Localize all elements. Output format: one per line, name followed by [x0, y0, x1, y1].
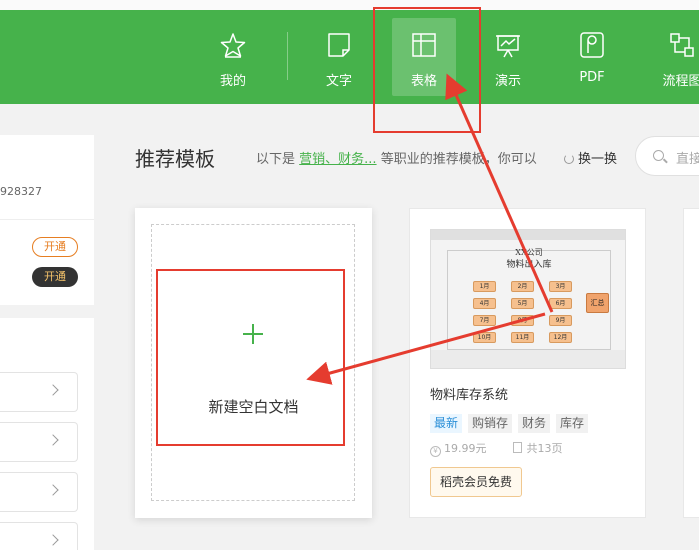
annotation-arrow-to-new-document	[306, 312, 546, 385]
annotation-arrow-to-sheet-tab	[445, 73, 554, 313]
annotation-arrows	[306, 73, 554, 385]
